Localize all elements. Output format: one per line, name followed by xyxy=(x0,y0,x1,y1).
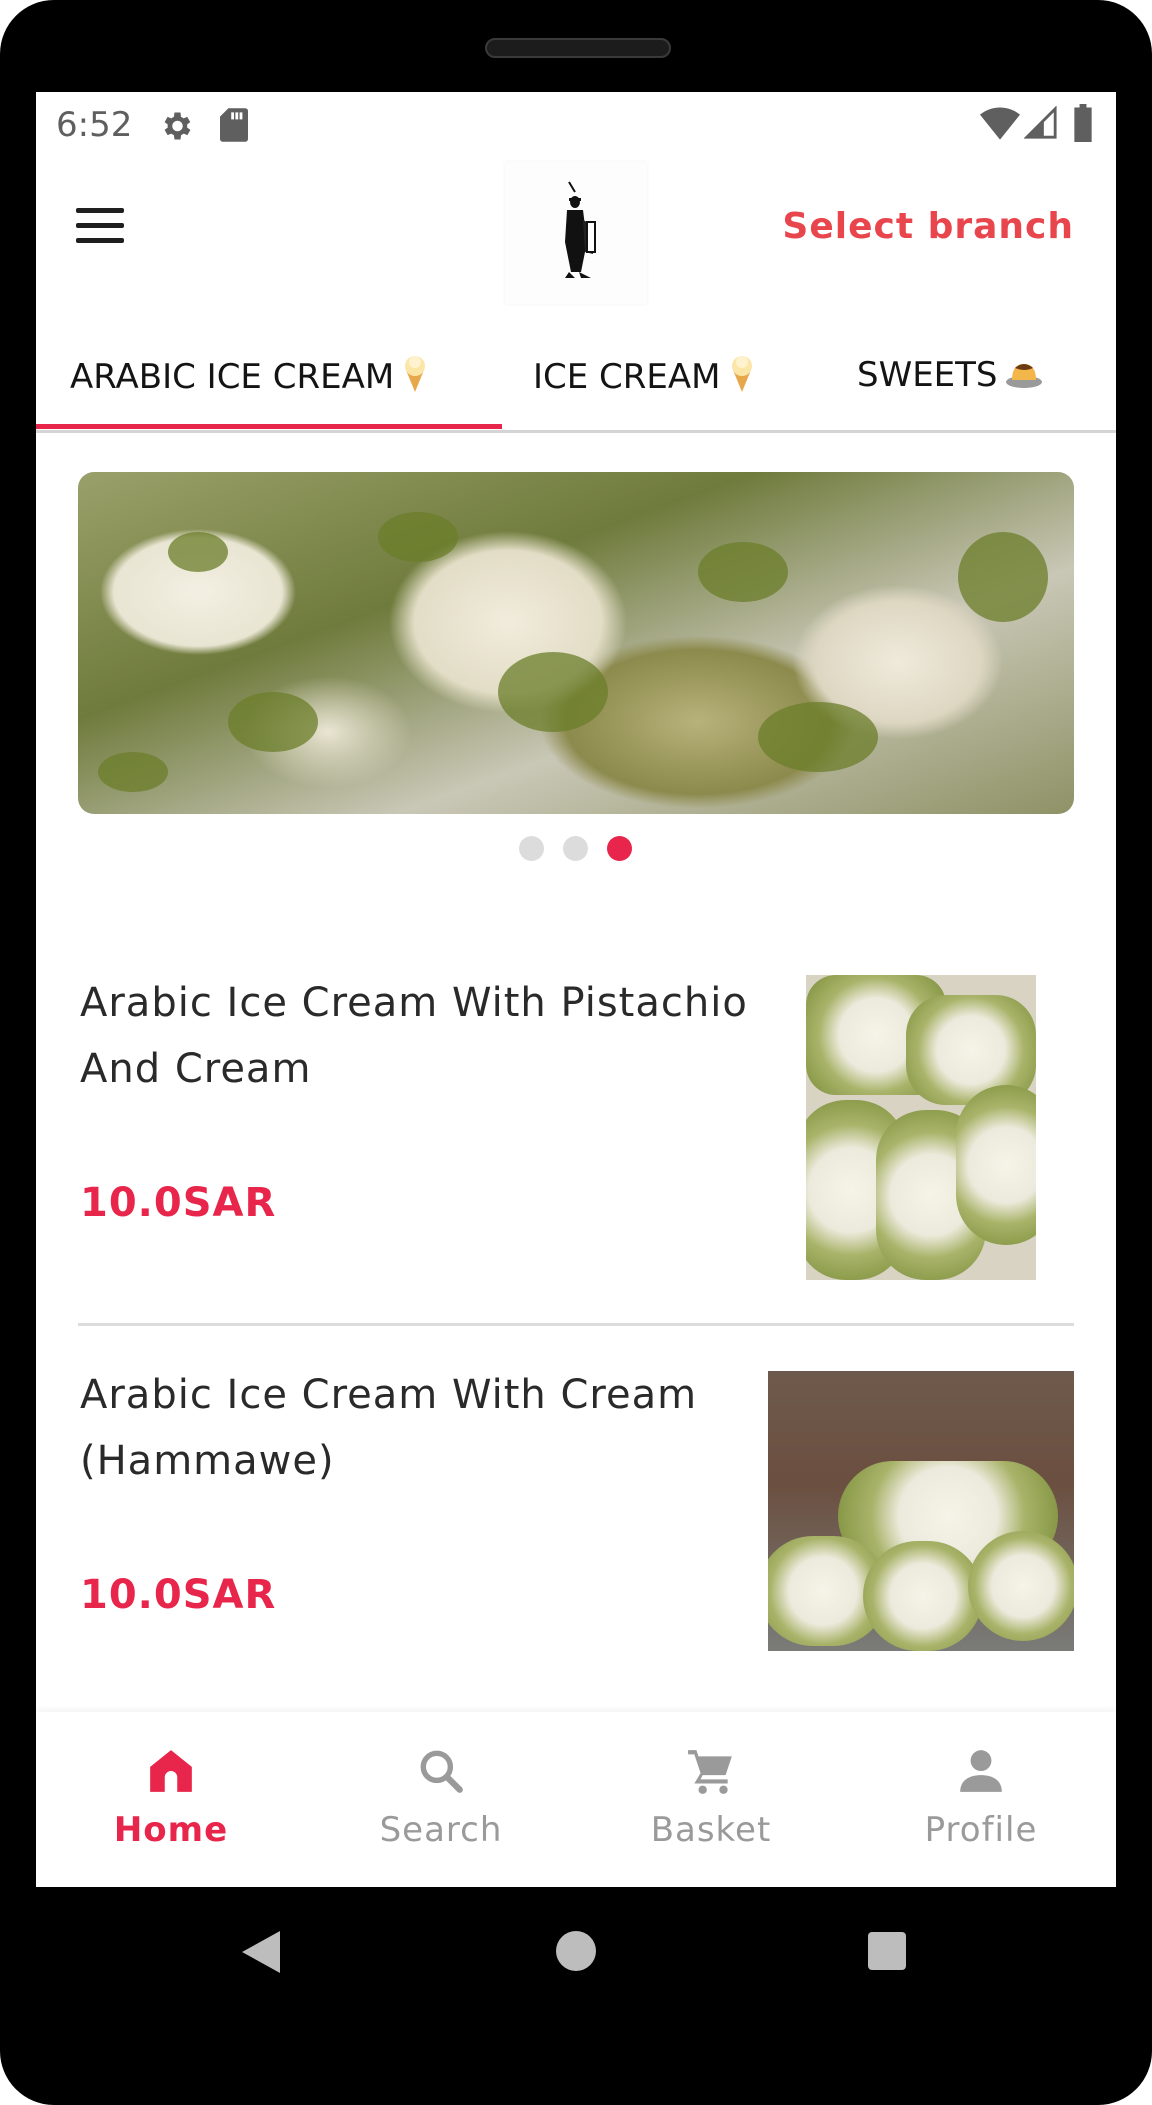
cart-icon xyxy=(686,1746,736,1796)
search-icon xyxy=(416,1746,466,1796)
home-icon xyxy=(146,1746,196,1796)
nav-label: Search xyxy=(379,1810,503,1850)
ice-cream-cone-icon xyxy=(400,354,430,403)
nav-home[interactable]: Home xyxy=(36,1712,306,1887)
hamburger-menu-icon[interactable] xyxy=(76,208,128,252)
tab-sweets[interactable]: SWEETS xyxy=(857,354,1044,399)
pagination-dot[interactable] xyxy=(563,836,588,861)
pistachio-ice-cream-banner[interactable] xyxy=(78,472,1074,814)
select-branch-button[interactable]: Select branch xyxy=(782,206,1074,247)
pudding-icon xyxy=(1004,354,1044,399)
status-bar: 6:52 xyxy=(36,92,1116,160)
product-name: Arabic Ice Cream With Pistachio And Crea… xyxy=(80,980,748,1092)
nav-label: Basket xyxy=(650,1810,772,1850)
status-time: 6:52 xyxy=(56,105,133,145)
product-card[interactable]: Arabic Ice Cream With Pistachio And Crea… xyxy=(78,970,1074,1300)
home-circle-icon[interactable] xyxy=(555,1930,597,1976)
wifi-icon xyxy=(980,106,1020,144)
sd-card-icon xyxy=(220,108,248,146)
pagination-dot[interactable] xyxy=(519,836,544,861)
list-divider xyxy=(78,1323,1074,1326)
tab-label: SWEETS xyxy=(857,355,998,395)
app-screen: 6:52 Select branch ARABIC ICE CREAM ICE … xyxy=(36,92,1116,1887)
person-icon xyxy=(956,1746,1006,1796)
signal-icon xyxy=(1023,105,1058,144)
system-navigation-bar xyxy=(0,1887,1152,2027)
nav-search[interactable]: Search xyxy=(306,1712,576,1887)
product-price: 10.0SAR xyxy=(80,1572,277,1618)
pistachio-cream-rolls-photo xyxy=(806,975,1036,1280)
back-icon[interactable] xyxy=(240,1929,282,1979)
nav-profile[interactable]: Profile xyxy=(846,1712,1116,1887)
pagination-dot-active[interactable] xyxy=(607,836,632,861)
product-price: 10.0SAR xyxy=(80,1180,277,1226)
brand-logo xyxy=(505,162,647,304)
banner-pagination xyxy=(519,836,651,862)
nav-label: Profile xyxy=(924,1810,1038,1850)
tab-arabic-ice-cream[interactable]: ARABIC ICE CREAM xyxy=(70,354,430,403)
category-tabs: ARABIC ICE CREAM ICE CREAM SWEETS xyxy=(36,322,1116,433)
tab-label: ICE CREAM xyxy=(533,357,721,397)
tab-label: ARABIC ICE CREAM xyxy=(70,357,395,397)
ice-cream-cone-icon xyxy=(727,354,757,403)
recents-icon[interactable] xyxy=(867,1931,907,1975)
product-name: Arabic Ice Cream With Cream (Hammawe) xyxy=(80,1372,698,1484)
earpiece-speaker xyxy=(485,38,671,58)
gear-icon xyxy=(158,108,194,148)
nav-label: Home xyxy=(113,1810,229,1850)
battery-icon xyxy=(1072,104,1094,146)
app-bar: Select branch xyxy=(36,160,1116,322)
nav-basket[interactable]: Basket xyxy=(576,1712,846,1887)
active-tab-indicator xyxy=(36,424,502,429)
product-card[interactable]: Arabic Ice Cream With Cream (Hammawe) 10… xyxy=(78,1362,1074,1682)
tab-ice-cream[interactable]: ICE CREAM xyxy=(533,354,757,403)
device-frame: 6:52 Select branch ARABIC ICE CREAM ICE … xyxy=(0,0,1152,2105)
cream-rolls-pistachio-crust-photo xyxy=(768,1371,1074,1651)
bottom-navigation: Home Search Basket Profile xyxy=(36,1712,1116,1887)
